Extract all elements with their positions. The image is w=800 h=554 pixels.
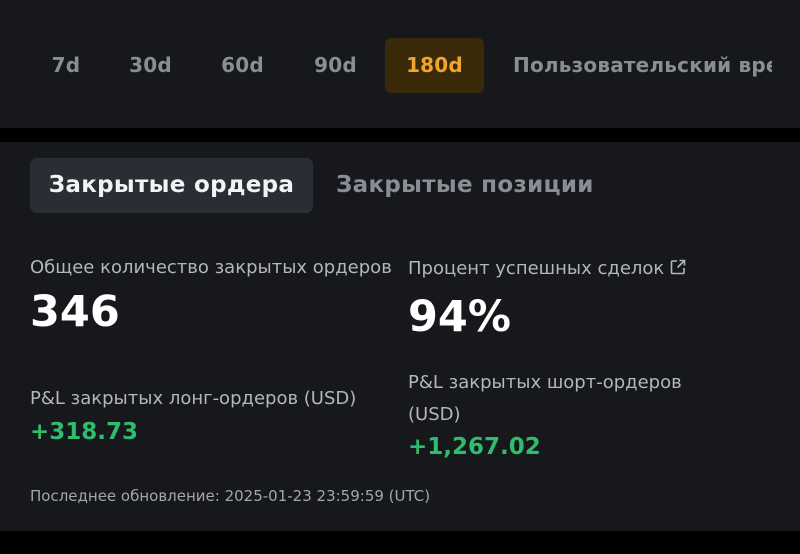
external-link-icon[interactable] (669, 255, 687, 287)
last-updated-timestamp: Последнее обновление: 2025-01-23 23:59:5… (30, 487, 431, 505)
total-closed-orders-value: 346 (30, 287, 120, 337)
period-tab-7d[interactable]: 7d (30, 38, 102, 93)
tab-closed-positions[interactable]: Закрытые позиции (336, 158, 594, 213)
period-tab-30d[interactable]: 30d (112, 38, 189, 93)
tab-closed-orders[interactable]: Закрытые ордера (30, 158, 313, 213)
short-pnl-label: P&L закрытых шорт-ордеров (USD) (408, 372, 682, 425)
long-pnl-value: +318.73 (30, 419, 139, 445)
total-closed-orders-label: Общее количество закрытых ордеров (30, 257, 392, 278)
period-tab-60d[interactable]: 60d (204, 38, 281, 93)
period-tab-180d[interactable]: 180d (385, 38, 484, 93)
period-tab-custom[interactable]: Пользовательский врем (513, 38, 772, 93)
win-rate-label-row[interactable]: Процент успешных сделок (408, 253, 687, 287)
win-rate-value: 94% (408, 292, 511, 342)
closed-orders-panel: Закрытые ордера Закрытые позиции Общее к… (0, 142, 800, 531)
long-pnl-label: P&L закрытых лонг-ордеров (USD) (30, 388, 357, 409)
short-pnl-value: +1,267.02 (408, 434, 541, 460)
period-selector-panel: 7d 30d 60d 90d 180d Пользовательский вре… (0, 0, 800, 128)
period-tab-90d[interactable]: 90d (296, 38, 375, 93)
period-tabs: 7d 30d 60d 90d 180d Пользовательский вре… (0, 38, 772, 93)
win-rate-label: Процент успешных сделок (408, 258, 665, 279)
